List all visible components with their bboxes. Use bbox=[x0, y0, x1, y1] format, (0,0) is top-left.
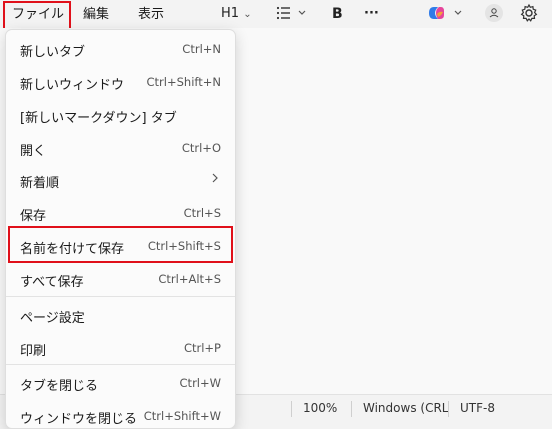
menu-item-close-window[interactable]: ウィンドウを閉じる Ctrl+Shift+W bbox=[6, 403, 235, 429]
menu-item-open[interactable]: 開く Ctrl+O bbox=[6, 135, 235, 161]
bold-button[interactable]: B bbox=[332, 4, 343, 24]
copilot-icon bbox=[429, 7, 462, 19]
menu-item-save-all[interactable]: すべて保存 Ctrl+Alt+S bbox=[6, 266, 235, 292]
menu-item-shortcut: Ctrl+Shift+N bbox=[146, 75, 221, 89]
menu-item-shortcut: Ctrl+P bbox=[183, 341, 221, 355]
list-dropdown[interactable] bbox=[276, 5, 306, 25]
menu-item-label: 開く bbox=[20, 144, 47, 159]
encoding[interactable]: UTF-8 bbox=[460, 401, 495, 415]
menu-item-shortcut: Ctrl+O bbox=[181, 141, 221, 155]
save-as-highlight bbox=[8, 226, 233, 263]
menu-item-shortcut: Ctrl+W bbox=[179, 376, 221, 390]
menu-item-label: 新着順 bbox=[20, 176, 60, 191]
heading-label: H1 bbox=[221, 6, 240, 21]
menu-item-label: 新しいウィンドウ bbox=[20, 78, 125, 93]
line-ending[interactable]: Windows (CRL bbox=[363, 401, 448, 415]
avatar-icon bbox=[485, 4, 503, 22]
menu-item-label: タブを閉じる bbox=[20, 379, 99, 394]
menu-item-close-tab[interactable]: タブを閉じる Ctrl+W bbox=[6, 370, 235, 396]
settings-button[interactable] bbox=[519, 3, 539, 23]
menu-item-recent[interactable]: 新着順 bbox=[6, 167, 235, 193]
menu-separator bbox=[6, 296, 235, 297]
gear-icon bbox=[520, 3, 538, 22]
menu-item-label: 印刷 bbox=[20, 344, 47, 359]
menu-item-new-markdown-tab[interactable]: [新しいマークダウン] タブ bbox=[6, 102, 235, 128]
menubar: ファイル 編集 表示 H1 ⌄ B ··· bbox=[0, 0, 552, 28]
menu-edit[interactable]: 編集 bbox=[83, 4, 109, 26]
zoom-level[interactable]: 100% bbox=[303, 401, 337, 415]
menu-separator bbox=[6, 364, 235, 365]
menu-item-shortcut: Ctrl+Alt+S bbox=[158, 272, 221, 286]
status-separator bbox=[291, 401, 292, 417]
account-button[interactable] bbox=[484, 3, 504, 23]
menu-item-label: 新しいタブ bbox=[20, 45, 86, 60]
menu-item-new-tab[interactable]: 新しいタブ Ctrl+N bbox=[6, 36, 235, 62]
menu-item-label: ウィンドウを閉じる bbox=[20, 412, 138, 427]
menu-item-label: ページ設定 bbox=[20, 311, 85, 326]
menu-item-shortcut: Ctrl+Shift+W bbox=[143, 409, 221, 423]
menu-item-save[interactable]: 保存 Ctrl+S bbox=[6, 200, 235, 226]
menu-item-label: すべて保存 bbox=[20, 275, 84, 290]
heading-dropdown[interactable]: H1 ⌄ bbox=[221, 4, 252, 24]
status-separator bbox=[351, 401, 352, 417]
status-separator bbox=[448, 401, 449, 417]
chevron-right-icon bbox=[211, 171, 219, 189]
menu-view[interactable]: 表示 bbox=[138, 4, 164, 26]
menu-item-shortcut: Ctrl+S bbox=[183, 206, 221, 220]
file-menu-highlight bbox=[3, 1, 71, 30]
menu-item-shortcut: Ctrl+N bbox=[182, 42, 221, 56]
menu-item-page-setup[interactable]: ページ設定 bbox=[6, 302, 235, 328]
chevron-down-icon: ⌄ bbox=[243, 9, 252, 20]
menu-item-new-window[interactable]: 新しいウィンドウ Ctrl+Shift+N bbox=[6, 69, 235, 95]
menu-item-print[interactable]: 印刷 Ctrl+P bbox=[6, 335, 235, 361]
menu-item-label: [新しいマークダウン] タブ bbox=[20, 111, 177, 126]
copilot-dropdown[interactable] bbox=[426, 4, 468, 24]
menu-item-label: 保存 bbox=[20, 209, 47, 224]
list-icon bbox=[276, 6, 306, 20]
more-button[interactable]: ··· bbox=[364, 4, 379, 24]
